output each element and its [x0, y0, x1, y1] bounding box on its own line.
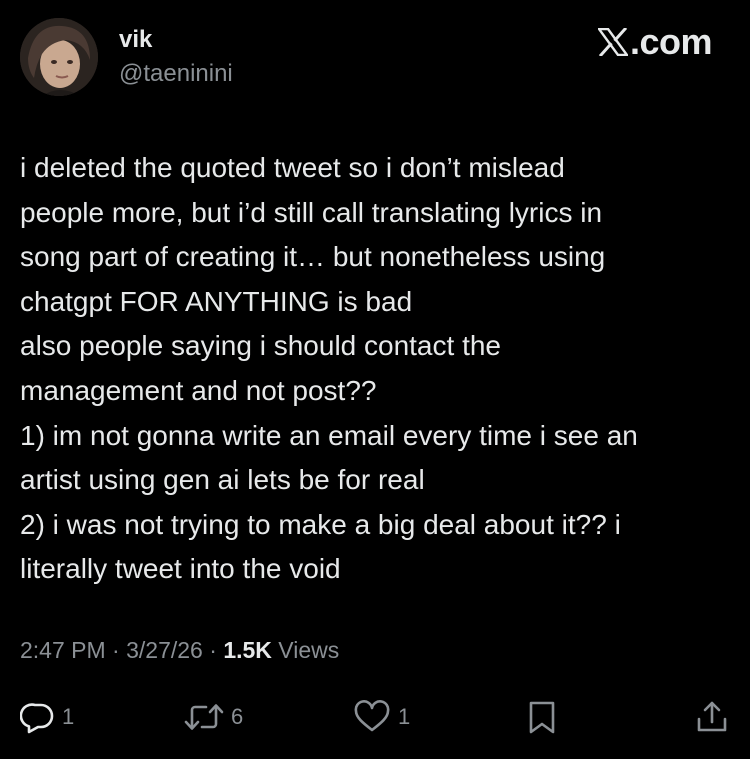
tweet-line: chatgpt FOR ANYTHING is bad [20, 285, 413, 317]
author-display-name[interactable]: vik [119, 26, 152, 54]
brand-watermark: .com [597, 21, 713, 62]
meta-separator: · [209, 637, 217, 663]
action-bar: 1 6 1 [0, 697, 750, 737]
tweet-line: 2) i was not trying to make a big deal a… [20, 508, 621, 540]
tweet-line: artist using gen ai lets be for real [20, 464, 425, 496]
repost-icon [183, 699, 225, 735]
share-button[interactable] [694, 697, 730, 737]
meta-separator: · [112, 637, 120, 663]
repost-count: 6 [231, 704, 244, 729]
tweet-meta: 2:47 PM · 3/27/26 · 1.5K Views [20, 636, 339, 664]
repost-button[interactable]: 6 [183, 697, 243, 737]
share-icon [694, 699, 730, 735]
heart-icon [352, 699, 392, 735]
reply-count: 1 [62, 704, 75, 729]
tweet-time[interactable]: 2:47 PM [20, 637, 106, 663]
x-logo-icon [597, 28, 628, 56]
reply-button[interactable]: 1 [20, 697, 74, 737]
tweet-line: literally tweet into the void [20, 553, 341, 585]
tweet-line: 1) im not gonna write an email every tim… [20, 419, 638, 451]
tweet-line: management and not post?? [20, 374, 377, 406]
like-button[interactable]: 1 [352, 697, 410, 737]
bookmark-button[interactable] [524, 697, 560, 737]
views-count: 1.5K [223, 637, 272, 663]
bookmark-icon [524, 699, 560, 735]
avatar[interactable] [20, 18, 98, 96]
tweet-line: i deleted the quoted tweet so i don’t mi… [20, 152, 565, 183]
tweet-line: also people saying i should contact the [20, 330, 501, 362]
views-label: Views [278, 637, 340, 663]
brand-label: .com [629, 21, 713, 62]
tweet-line: song part of creating it… but nonetheles… [20, 241, 606, 273]
tweet-text: i deleted the quoted tweet so i don’t mi… [20, 146, 735, 592]
reply-icon [20, 699, 56, 735]
tweet-line: people more, but i’d still call translat… [20, 196, 603, 228]
like-count: 1 [398, 704, 411, 729]
author-handle[interactable]: @taeninini [119, 60, 233, 88]
tweet-date[interactable]: 3/27/26 [126, 637, 203, 663]
